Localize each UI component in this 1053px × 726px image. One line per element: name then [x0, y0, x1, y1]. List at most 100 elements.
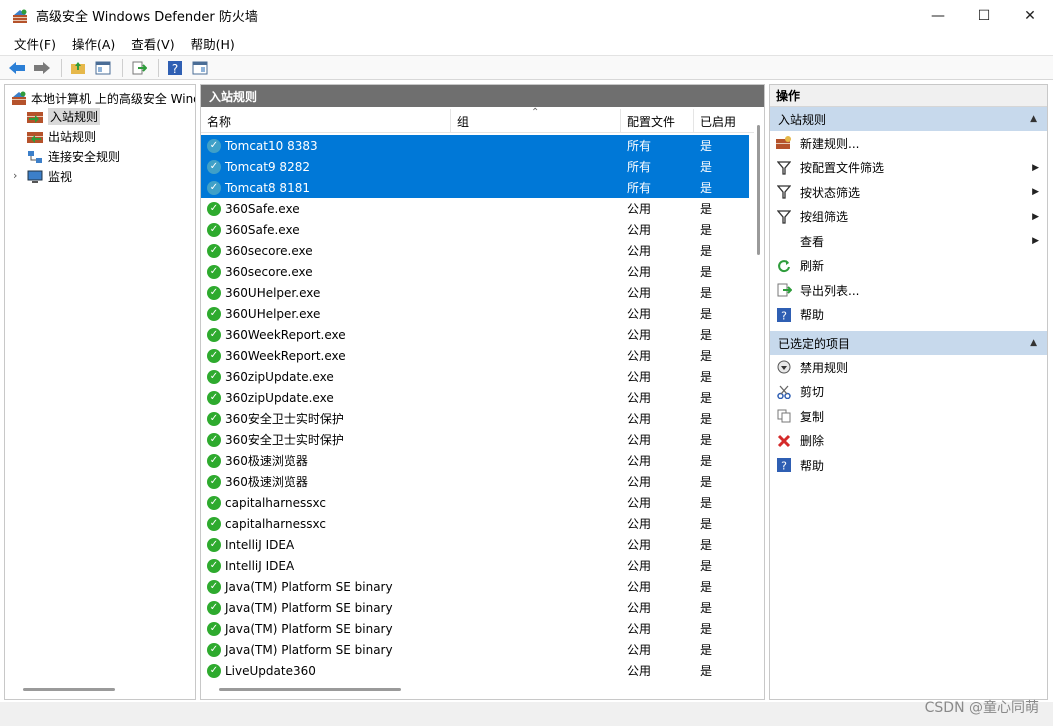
column-group[interactable]: 组	[451, 109, 621, 133]
forward-button[interactable]	[31, 58, 53, 78]
console-tree-icon	[95, 61, 111, 74]
cell-name: ✓ Java(TM) Platform SE binary	[201, 579, 451, 594]
table-row[interactable]: ✓ 360WeekReport.exe 公用 是	[201, 345, 754, 366]
table-row[interactable]: ✓ Java(TM) Platform SE binary 公用 是	[201, 597, 754, 618]
action-item[interactable]: 按配置文件筛选 ▶	[770, 156, 1047, 181]
column-enabled[interactable]: 已启用	[694, 109, 748, 133]
cell-enabled: 是	[700, 349, 713, 363]
column-profile[interactable]: 配置文件	[621, 109, 694, 133]
table-row[interactable]: ✓ Java(TM) Platform SE binary 公用 是	[201, 618, 754, 639]
cell-name: ✓ 360zipUpdate.exe	[201, 390, 451, 405]
rules-vertical-scrollbar[interactable]	[757, 125, 760, 255]
action-item[interactable]: 删除	[770, 429, 1047, 454]
tree-horizontal-scrollbar[interactable]	[23, 688, 115, 691]
action-item[interactable]: 刷新	[770, 254, 1047, 279]
rule-name: Java(TM) Platform SE binary	[225, 579, 393, 594]
table-row[interactable]: ✓ Tomcat10 8383 所有 是	[201, 135, 749, 156]
action-item[interactable]: 导出列表...	[770, 278, 1047, 303]
menu-help[interactable]: 帮助(H)	[183, 34, 243, 53]
back-button[interactable]	[6, 58, 28, 78]
tree-item-inbound-rules[interactable]: 入站规则	[27, 107, 101, 126]
rules-horizontal-scrollbar[interactable]	[219, 688, 401, 691]
table-row[interactable]: ✓ 360安全卫士实时保护 公用 是	[201, 429, 754, 450]
action-item[interactable]: 剪切	[770, 380, 1047, 405]
table-row[interactable]: ✓ 360secore.exe 公用 是	[201, 261, 754, 282]
action-item[interactable]: 禁用规则	[770, 355, 1047, 380]
section-selected-items[interactable]: 已选定的项目 ▲	[770, 331, 1047, 355]
table-row[interactable]: ✓ 360极速浏览器 公用 是	[201, 471, 754, 492]
help-button[interactable]: ?	[164, 58, 186, 78]
section-inbound-rules[interactable]: 入站规则 ▲	[770, 107, 1047, 131]
expand-chevron-icon[interactable]: ›	[13, 169, 17, 182]
toolbar: ?	[0, 55, 1053, 80]
blank-icon	[776, 233, 792, 249]
table-row[interactable]: ✓ Tomcat8 8181 所有 是	[201, 177, 749, 198]
show-action-pane-button[interactable]	[189, 58, 211, 78]
table-row[interactable]: ✓ 360安全卫士实时保护 公用 是	[201, 408, 754, 429]
table-row[interactable]: ✓ capitalharnessxc 公用 是	[201, 513, 754, 534]
action-item[interactable]: 复制	[770, 404, 1047, 429]
cell-enabled: 是	[700, 265, 713, 279]
cell-enabled: 是	[700, 664, 713, 678]
rule-name: Java(TM) Platform SE binary	[225, 600, 393, 615]
tree-item-connection-security[interactable]: 连接安全规则	[27, 147, 120, 166]
cell-profile: 公用	[627, 412, 652, 426]
svg-text:?: ?	[781, 460, 787, 473]
cell-enabled: 是	[700, 580, 713, 594]
show-tree-button[interactable]	[92, 58, 114, 78]
table-row[interactable]: ✓ Tomcat9 8282 所有 是	[201, 156, 749, 177]
allow-check-icon: ✓	[207, 495, 221, 510]
close-button[interactable]: ✕	[1007, 0, 1053, 31]
action-item[interactable]: 按组筛选 ▶	[770, 205, 1047, 230]
table-row[interactable]: ✓ 360zipUpdate.exe 公用 是	[201, 366, 754, 387]
action-item[interactable]: 查看 ▶	[770, 229, 1047, 254]
tree-item-monitoring[interactable]: 监视	[27, 167, 72, 186]
tree-item-outbound-rules[interactable]: 出站规则	[27, 127, 96, 146]
table-row[interactable]: ✓ LiveUpdate360 公用 是	[201, 660, 754, 681]
table-row[interactable]: ✓ 360Safe.exe 公用 是	[201, 198, 754, 219]
action-item[interactable]: 按状态筛选 ▶	[770, 180, 1047, 205]
tree-item-label: 连接安全规则	[48, 150, 121, 164]
table-row[interactable]: ✓ Java(TM) Platform SE binary 公用 是	[201, 576, 754, 597]
cell-name: ✓ 360极速浏览器	[201, 452, 451, 469]
collapse-icon[interactable]: ▲	[1030, 338, 1037, 348]
table-row[interactable]: ✓ 360zipUpdate.exe 公用 是	[201, 387, 754, 408]
cell-profile: 公用	[627, 538, 652, 552]
cell-enabled: 是	[700, 454, 713, 468]
table-row[interactable]: ✓ IntelliJ IDEA 公用 是	[201, 555, 754, 576]
action-item[interactable]: ? 帮助	[770, 303, 1047, 328]
menu-action[interactable]: 操作(A)	[64, 34, 123, 53]
table-row[interactable]: ✓ capitalharnessxc 公用 是	[201, 492, 754, 513]
collapse-icon[interactable]: ▲	[1030, 114, 1037, 124]
menu-file[interactable]: 文件(F)	[6, 34, 64, 53]
cell-name: ✓ 360WeekReport.exe	[201, 348, 451, 363]
action-item[interactable]: ? 帮助	[770, 453, 1047, 478]
cell-enabled: 是	[700, 244, 713, 258]
refresh-icon	[776, 258, 792, 274]
forward-arrow-icon	[34, 61, 50, 74]
cell-name: ✓ 360极速浏览器	[201, 473, 451, 490]
table-row[interactable]: ✓ 360secore.exe 公用 是	[201, 240, 754, 261]
menu-view[interactable]: 查看(V)	[123, 34, 182, 53]
minimize-button[interactable]: —	[915, 0, 961, 31]
table-row[interactable]: ✓ 360Safe.exe 公用 是	[201, 219, 754, 240]
cell-enabled: 是	[700, 223, 713, 237]
export-button[interactable]	[128, 58, 150, 78]
table-row[interactable]: ✓ 360极速浏览器 公用 是	[201, 450, 754, 471]
table-row[interactable]: ✓ 360UHelper.exe 公用 是	[201, 282, 754, 303]
delete-icon	[776, 433, 792, 449]
table-row[interactable]: ✓ IntelliJ IDEA 公用 是	[201, 534, 754, 555]
maximize-button[interactable]: ☐	[961, 0, 1007, 31]
cell-profile: 所有	[627, 139, 652, 153]
table-row[interactable]: ✓ 360WeekReport.exe 公用 是	[201, 324, 754, 345]
shield-check-icon: ✓	[207, 159, 221, 174]
action-label: 按配置文件筛选	[800, 161, 885, 176]
column-name[interactable]: 名称	[201, 109, 451, 133]
table-row[interactable]: ✓ 360UHelper.exe 公用 是	[201, 303, 754, 324]
action-item[interactable]: 新建规则...	[770, 131, 1047, 156]
up-folder-button[interactable]	[67, 58, 89, 78]
table-row[interactable]: ✓ Java(TM) Platform SE binary 公用 是	[201, 639, 754, 660]
tree-root[interactable]: 本地计算机 上的高级安全 Windows	[11, 89, 195, 107]
shield-check-icon: ✓	[207, 180, 221, 195]
rule-name: 360安全卫士实时保护	[225, 412, 344, 426]
